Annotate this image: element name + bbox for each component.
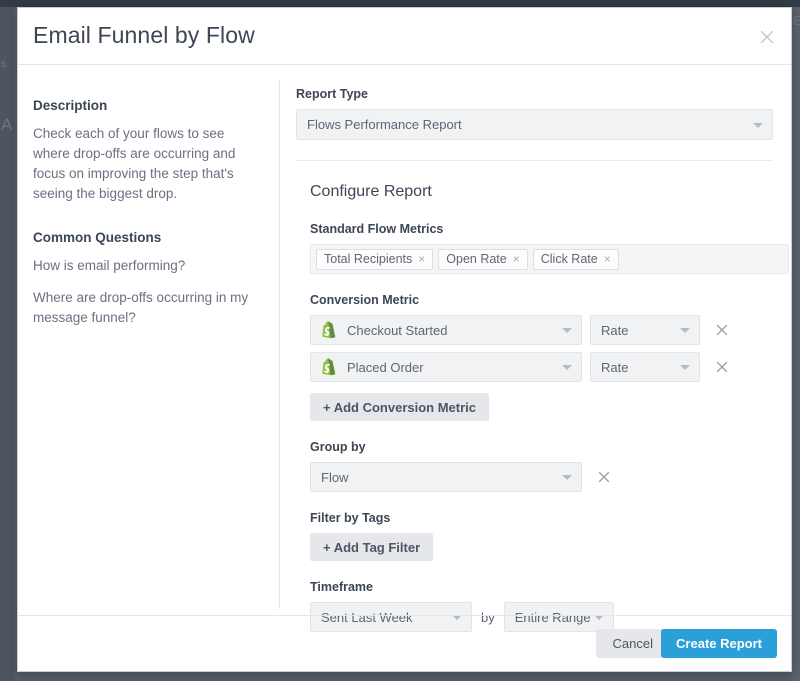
- app-content-behind-modal: [792, 7, 800, 681]
- remove-chip-icon[interactable]: ×: [604, 253, 611, 265]
- conversion-metric-select[interactable]: Checkout Started: [310, 315, 582, 345]
- group-by-select[interactable]: Flow: [310, 462, 582, 492]
- description-sidebar: Description Check each of your flows to …: [18, 65, 279, 615]
- close-icon[interactable]: [755, 25, 779, 49]
- metric-chip-label: Click Rate: [541, 252, 598, 266]
- add-conversion-metric-button[interactable]: + Add Conversion Metric: [310, 393, 489, 421]
- chevron-down-icon: [562, 328, 572, 333]
- page-title: Email Funnel by Flow: [33, 22, 255, 49]
- conversion-aggregation-value: Rate: [601, 360, 628, 375]
- chevron-down-icon: [562, 365, 572, 370]
- remove-chip-icon[interactable]: ×: [513, 253, 520, 265]
- conversion-metric-row: Placed Order Rate: [310, 352, 773, 382]
- report-type-value: Flows Performance Report: [307, 117, 462, 132]
- metric-chip-label: Total Recipients: [324, 252, 412, 266]
- modal-footer: Cancel Create Report: [18, 615, 791, 671]
- report-type-select[interactable]: Flows Performance Report: [296, 109, 773, 140]
- shopify-icon: [320, 321, 338, 339]
- conversion-metric-label: Conversion Metric: [310, 293, 773, 307]
- description-heading: Description: [33, 98, 261, 113]
- common-question-link[interactable]: How is email performing?: [33, 256, 261, 276]
- remove-group-by-icon[interactable]: [596, 469, 612, 485]
- create-report-button[interactable]: Create Report: [661, 629, 777, 658]
- report-config-column: Report Type Flows Performance Report Con…: [280, 65, 791, 615]
- conversion-metric-select[interactable]: Placed Order: [310, 352, 582, 382]
- remove-chip-icon[interactable]: ×: [418, 253, 425, 265]
- shopify-icon: [320, 358, 338, 376]
- conversion-metric-value: Checkout Started: [347, 323, 447, 338]
- common-questions-heading: Common Questions: [33, 230, 261, 245]
- chevron-down-icon: [753, 123, 763, 128]
- filter-by-tags-label: Filter by Tags: [310, 511, 773, 525]
- group-by-label: Group by: [310, 440, 773, 454]
- chevron-down-icon: [562, 475, 572, 480]
- configure-report-title: Configure Report: [310, 183, 773, 201]
- remove-conversion-metric-icon[interactable]: [714, 359, 730, 375]
- configure-report-panel: Configure Report Standard Flow Metrics T…: [296, 160, 773, 632]
- backdrop-ghost-letter-right: E: [793, 14, 800, 27]
- common-question-link[interactable]: Where are drop-offs occurring in my mess…: [33, 288, 261, 328]
- conversion-aggregation-select[interactable]: Rate: [590, 352, 700, 382]
- add-tag-filter-button[interactable]: + Add Tag Filter: [310, 533, 433, 561]
- modal-body: Description Check each of your flows to …: [18, 65, 791, 615]
- conversion-metric-row: Checkout Started Rate: [310, 315, 773, 345]
- cancel-button[interactable]: Cancel: [596, 629, 670, 658]
- timeframe-label: Timeframe: [310, 580, 773, 594]
- group-by-value: Flow: [321, 470, 348, 485]
- chevron-down-icon: [680, 365, 690, 370]
- conversion-aggregation-select[interactable]: Rate: [590, 315, 700, 345]
- conversion-aggregation-value: Rate: [601, 323, 628, 338]
- report-type-label: Report Type: [296, 87, 773, 101]
- chevron-down-icon: [680, 328, 690, 333]
- metric-chip[interactable]: Total Recipients ×: [316, 249, 433, 270]
- modal-header: Email Funnel by Flow: [18, 8, 791, 65]
- standard-flow-metrics-input[interactable]: Total Recipients × Open Rate × Click Rat…: [310, 244, 789, 274]
- backdrop-ghost-letter-left: A: [1, 118, 12, 131]
- standard-flow-metrics-label: Standard Flow Metrics: [310, 222, 773, 236]
- email-funnel-report-modal: Email Funnel by Flow Description Check e…: [17, 7, 792, 672]
- group-by-row: Flow: [310, 462, 773, 492]
- metric-chip[interactable]: Open Rate ×: [438, 249, 527, 270]
- metric-chip-label: Open Rate: [446, 252, 506, 266]
- app-sidebar-behind-modal: [0, 7, 14, 681]
- remove-conversion-metric-icon[interactable]: [714, 322, 730, 338]
- app-topbar: [0, 0, 800, 7]
- backdrop-ghost-text-left: s: [1, 58, 7, 71]
- description-text: Check each of your flows to see where dr…: [33, 124, 261, 204]
- metric-chip[interactable]: Click Rate ×: [533, 249, 619, 270]
- conversion-metric-value: Placed Order: [347, 360, 424, 375]
